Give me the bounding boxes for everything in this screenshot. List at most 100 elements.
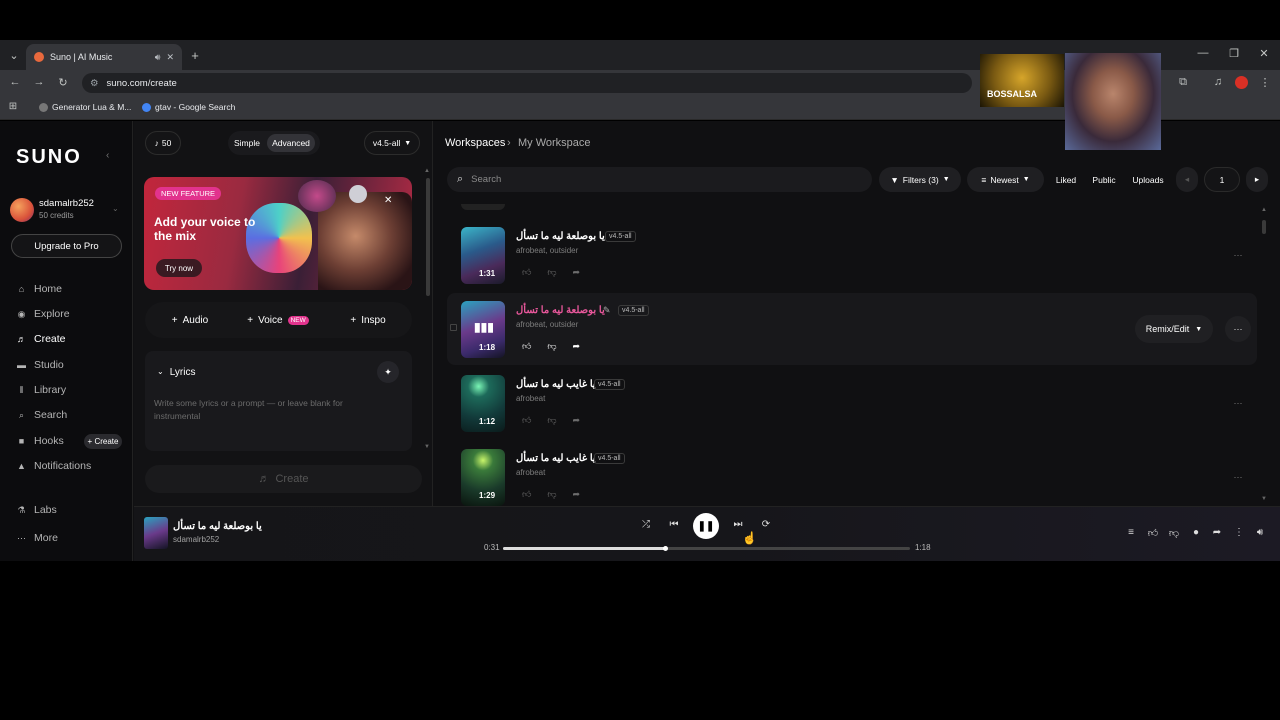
thumbs-up-icon[interactable]: 👍︎ xyxy=(522,267,531,278)
upgrade-button[interactable]: Upgrade to Pro xyxy=(11,234,122,258)
lyrics-toggle[interactable]: ⌄ Lyrics xyxy=(157,367,195,378)
repeat-icon[interactable]: ⟳ xyxy=(758,519,774,530)
inspo-button[interactable]: + Inspo xyxy=(340,307,396,333)
model-select[interactable]: v4.5-all ▼ xyxy=(364,131,420,155)
nav-hooks[interactable]: ■ Hooks xyxy=(17,435,64,447)
list-scrollbar[interactable] xyxy=(1262,220,1266,234)
share-icon[interactable]: ➦ xyxy=(573,415,581,426)
volume-icon[interactable]: 🔊︎ xyxy=(1253,527,1267,538)
progress-knob[interactable] xyxy=(662,546,668,551)
browser-tab[interactable]: Suno | AI Music 🔊︎ ✕ xyxy=(26,44,182,70)
magic-wand-icon[interactable]: ✦ xyxy=(377,361,399,383)
avatar[interactable] xyxy=(10,198,34,222)
create-button[interactable]: ♬ Create xyxy=(145,465,422,493)
share-icon[interactable]: ➦ xyxy=(573,267,581,278)
minimize-icon[interactable]: — xyxy=(1194,47,1212,59)
previous-icon[interactable]: ⏮︎ xyxy=(666,519,682,530)
thumbs-down-icon[interactable]: 👎︎ xyxy=(547,341,556,352)
share-icon[interactable]: ➦ xyxy=(573,489,581,500)
scroll-up-icon[interactable]: ▲ xyxy=(424,168,430,174)
thumbs-down-icon[interactable]: 👎︎ xyxy=(1167,527,1181,539)
search-input[interactable]: ⌕ Search xyxy=(447,167,872,192)
thumbs-up-icon[interactable]: 👍︎ xyxy=(1146,527,1160,539)
voice-button[interactable]: + Voice NEW xyxy=(240,307,316,333)
mode-advanced-button[interactable]: Advanced xyxy=(267,134,315,152)
liked-filter-button[interactable]: Liked xyxy=(1051,167,1081,192)
scroll-down-icon[interactable]: ▼ xyxy=(1261,496,1267,502)
suno-logo[interactable]: SUNO xyxy=(16,146,82,169)
song-tags[interactable]: afrobeat xyxy=(516,394,545,403)
nav-search[interactable]: ⌕ Search xyxy=(17,409,67,421)
extensions-icon[interactable]: ⧉ xyxy=(1174,76,1192,89)
tab-list-icon[interactable]: ⌄ xyxy=(5,49,23,62)
player-cover[interactable] xyxy=(144,517,168,549)
song-tags[interactable]: afrobeat, outsider xyxy=(516,320,578,329)
browser-menu-icon[interactable]: ⋮ xyxy=(1256,76,1274,89)
more-options-icon[interactable]: ⋯ xyxy=(1225,242,1251,268)
more-options-icon[interactable]: ⋯ xyxy=(1225,316,1251,342)
thumbs-down-icon[interactable]: 👎︎ xyxy=(547,489,556,500)
song-row[interactable] xyxy=(447,367,1257,439)
maximize-icon[interactable]: ❐ xyxy=(1225,47,1243,60)
share-icon[interactable]: ➦ xyxy=(573,341,581,352)
song-row[interactable] xyxy=(447,219,1257,291)
bookmark-generator[interactable]: Generator Lua & M... xyxy=(39,102,131,112)
collapse-sidebar-icon[interactable]: ‹ xyxy=(106,150,109,161)
breadcrumb-root[interactable]: Workspaces xyxy=(445,137,505,149)
pause-button[interactable]: ❚❚ xyxy=(693,513,719,539)
mode-simple-button[interactable]: Simple xyxy=(234,138,260,148)
prev-page-icon[interactable]: ◂ xyxy=(1176,167,1198,192)
nav-home[interactable]: ⌂ Home xyxy=(17,283,62,295)
remix-edit-button[interactable]: Remix/Edit ▼ xyxy=(1135,315,1213,343)
apps-grid-icon[interactable]: ⊞ xyxy=(4,101,22,112)
address-bar[interactable]: ⚙ suno.com/create xyxy=(82,73,972,93)
lyrics-input[interactable]: Write some lyrics or a prompt — or leave… xyxy=(154,397,374,423)
song-tags[interactable]: afrobeat xyxy=(516,468,545,477)
media-control-icon[interactable]: ♫ xyxy=(1209,76,1227,88)
more-options-icon[interactable]: ⋮ xyxy=(1232,527,1246,538)
thumbs-down-icon[interactable]: 👎︎ xyxy=(547,415,556,426)
bookmark-gtav[interactable]: gtav - Google Search xyxy=(142,102,235,112)
player-artist[interactable]: sdamalrb252 xyxy=(173,535,219,544)
select-checkbox[interactable] xyxy=(450,324,457,331)
shuffle-icon[interactable]: ⤮ xyxy=(638,519,654,530)
nav-more[interactable]: ⋯ More xyxy=(17,532,58,544)
song-title[interactable]: يا بوصلعة ليه ما تسأل xyxy=(516,231,605,242)
back-icon[interactable]: ← xyxy=(6,76,24,88)
scroll-down-icon[interactable]: ▼ xyxy=(424,444,430,450)
try-now-button[interactable]: Try now xyxy=(156,259,202,277)
thumbs-up-icon[interactable]: 👍︎ xyxy=(522,415,531,426)
hooks-create-button[interactable]: + Create xyxy=(84,434,122,449)
uploads-filter-button[interactable]: Uploads xyxy=(1128,167,1168,192)
next-icon[interactable]: ⏭︎ xyxy=(730,519,746,530)
nav-explore[interactable]: ◉ Explore xyxy=(17,308,70,320)
player-title[interactable]: يا بوصلعة ليه ما تسأل xyxy=(173,521,262,532)
queue-icon[interactable]: ≡ xyxy=(1124,527,1138,538)
credits-pill[interactable]: ♪ 50 xyxy=(145,131,181,155)
nav-studio[interactable]: ▬ Studio xyxy=(17,359,64,371)
username[interactable]: sdamalrb252 xyxy=(39,198,94,209)
more-options-icon[interactable]: ⋯ xyxy=(1225,464,1251,490)
site-info-icon[interactable]: ⚙ xyxy=(90,78,99,89)
more-options-icon[interactable]: ⋯ xyxy=(1225,390,1251,416)
edit-pencil-icon[interactable]: ✎ xyxy=(603,305,611,316)
speaker-icon[interactable]: 🔊︎ xyxy=(155,52,161,63)
window-close-icon[interactable]: ✕ xyxy=(1255,47,1273,60)
nav-library[interactable]: ⫴ Library xyxy=(17,384,67,396)
nav-notifications[interactable]: ▲ Notifications xyxy=(17,460,91,472)
public-filter-button[interactable]: Public xyxy=(1089,167,1119,192)
song-title[interactable]: يا غايب ليه ما تسأل xyxy=(516,379,596,390)
scroll-up-icon[interactable]: ▲ xyxy=(1261,207,1267,213)
thumbs-up-icon[interactable]: 👍︎ xyxy=(522,489,531,500)
audio-button[interactable]: + Audio xyxy=(160,307,220,333)
panel-scrollbar[interactable] xyxy=(426,178,430,296)
profile-avatar[interactable] xyxy=(1235,76,1248,89)
sort-button[interactable]: ≡ Newest ▼ xyxy=(967,167,1044,192)
thumbs-down-icon[interactable]: 👎︎ xyxy=(547,267,556,278)
page-number[interactable]: 1 xyxy=(1204,167,1240,192)
song-title[interactable]: يا غايب ليه ما تسأل xyxy=(516,453,596,464)
filters-button[interactable]: ▼ Filters (3) ▼ xyxy=(879,167,961,192)
song-tags[interactable]: afrobeat, outsider xyxy=(516,246,578,255)
reload-icon[interactable]: ↻ xyxy=(54,76,72,89)
next-page-icon[interactable]: ▸ xyxy=(1246,167,1268,192)
